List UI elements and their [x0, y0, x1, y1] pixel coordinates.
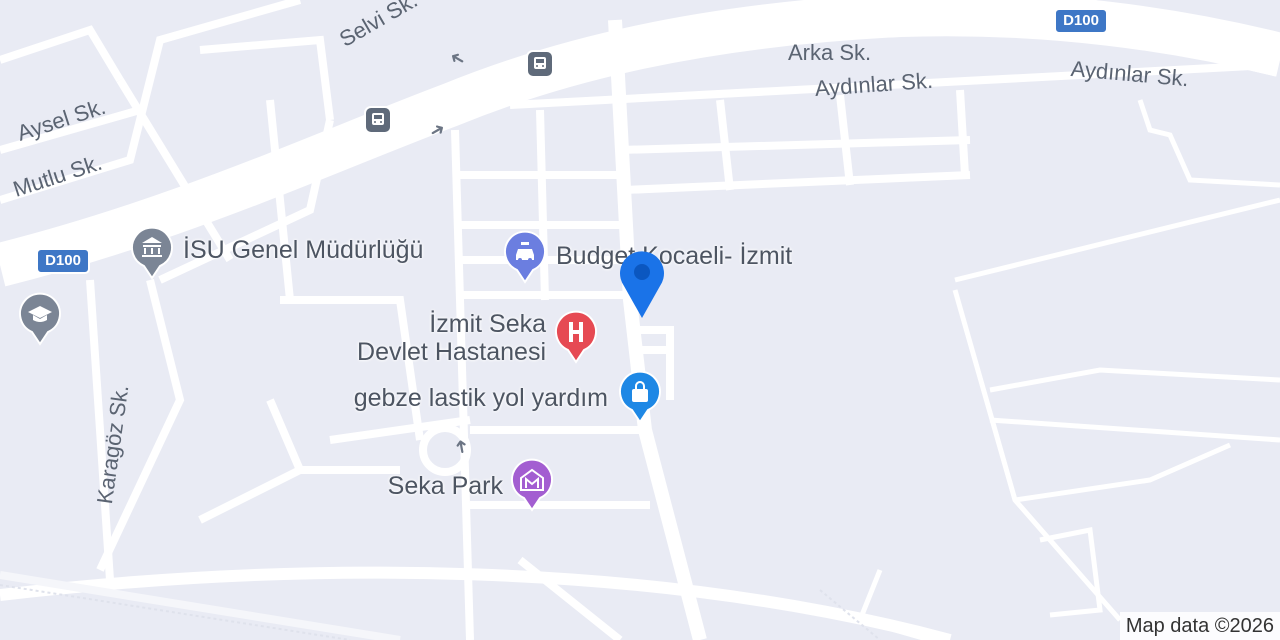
poi-label-budget[interactable]: Budget Kocaeli- İzmit	[556, 242, 792, 271]
car-rental-icon[interactable]	[503, 230, 547, 284]
bus-stop-icon[interactable]	[364, 106, 392, 134]
poi-label-hospital-line2: Devlet Hastanesi	[357, 338, 546, 366]
road-network	[0, 0, 1280, 640]
shopping-mall-icon[interactable]	[510, 458, 554, 512]
poi-label-hospital-line1: İzmit Seka	[429, 310, 546, 338]
poi-label-gebze-lastik[interactable]: gebze lastik yol yardım	[354, 384, 608, 413]
route-shield-d100: D100	[36, 248, 90, 274]
poi-label-isu[interactable]: İSU Genel Müdürlüğü	[183, 236, 423, 265]
shopping-bag-icon[interactable]	[618, 370, 662, 424]
highway-d100	[0, 0, 1280, 287]
map-canvas[interactable]: D100 D100 Selvi Sk. Arka Sk. Aydınlar Sk…	[0, 0, 1280, 640]
route-shield-d100: D100	[1054, 8, 1108, 34]
government-building-icon[interactable]	[130, 226, 174, 280]
location-pin-icon[interactable]	[615, 248, 669, 320]
poi-label-seka-park[interactable]: Seka Park	[388, 472, 503, 501]
bus-stop-icon[interactable]	[526, 50, 554, 78]
hospital-icon[interactable]	[554, 310, 598, 364]
school-icon[interactable]	[18, 292, 62, 346]
map-attribution[interactable]: Map data ©2026	[1119, 612, 1280, 640]
poi-label-hospital[interactable]: İzmit Seka Devlet Hastanesi	[357, 310, 546, 366]
street-label-arka: Arka Sk.	[788, 40, 872, 65]
